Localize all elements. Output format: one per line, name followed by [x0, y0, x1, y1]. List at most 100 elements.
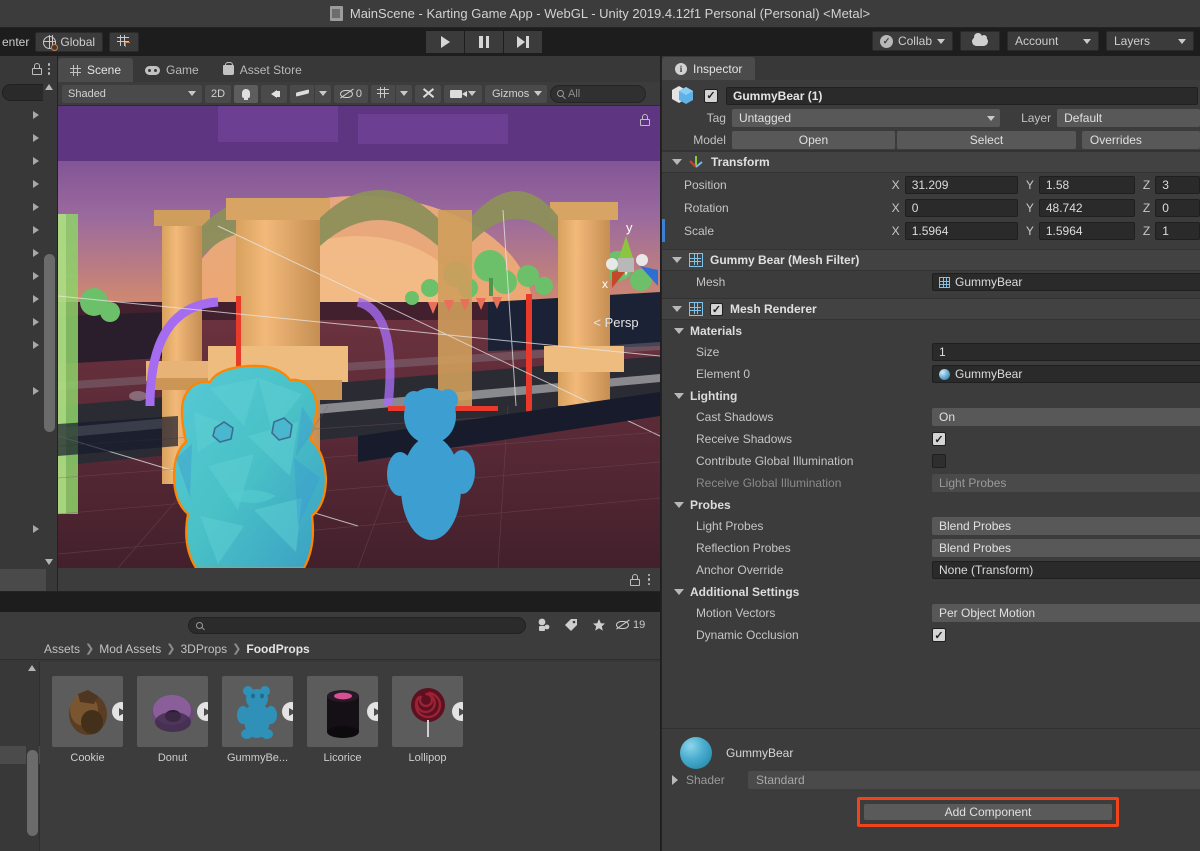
tag-dropdown[interactable]: Untagged [731, 109, 1000, 127]
foldout-arrow-icon[interactable] [674, 501, 684, 508]
shader-dropdown[interactable]: Standard [748, 771, 1200, 789]
grid-snapping-button[interactable] [109, 32, 140, 52]
chevron-right-icon[interactable] [33, 134, 39, 142]
overrides-button[interactable]: Overrides [1081, 130, 1200, 149]
gummybear-thumbnail[interactable] [222, 676, 293, 747]
lock-icon[interactable] [629, 573, 640, 586]
grid-visibility-toggle[interactable] [371, 84, 395, 103]
light-probes-dropdown[interactable]: Blend Probes [932, 517, 1200, 535]
scene-audio-toggle[interactable] [261, 84, 287, 103]
project-folder-tree[interactable] [0, 662, 40, 851]
section-lighting[interactable]: Lighting [662, 385, 1200, 406]
chevron-right-icon[interactable] [33, 525, 39, 533]
hierarchy-scrollbar[interactable] [43, 82, 56, 567]
materials-size-input[interactable]: 1 [932, 343, 1200, 361]
mesh-renderer-enabled-checkbox[interactable]: ✓ [710, 302, 723, 316]
scene-lighting-toggle[interactable] [234, 84, 258, 103]
gizmos-dropdown[interactable]: Gizmos [485, 84, 547, 103]
breadcrumb-foodprops[interactable]: FoodProps [246, 642, 309, 656]
foldout-arrow-icon[interactable] [672, 257, 682, 263]
component-header-transform[interactable]: Transform [662, 151, 1200, 173]
foldout-arrow-icon[interactable] [672, 775, 678, 785]
project-search-input[interactable] [188, 616, 526, 634]
gameobject-name-input[interactable]: GummyBear (1) [726, 86, 1198, 105]
position-y-input[interactable]: 1.58 [1038, 175, 1135, 194]
component-header-mesh-filter[interactable]: Gummy Bear (Mesh Filter) [662, 249, 1200, 271]
rotation-y-input[interactable]: 48.742 [1038, 198, 1135, 217]
scene-search-input[interactable]: All [550, 84, 646, 103]
tab-game[interactable]: Game [133, 58, 211, 82]
scale-y-input[interactable]: 1.5964 [1038, 221, 1135, 240]
chevron-right-icon[interactable] [33, 318, 39, 326]
donut-thumbnail[interactable] [137, 676, 208, 747]
scrollbar-thumb[interactable] [44, 254, 55, 432]
section-materials[interactable]: Materials [662, 320, 1200, 341]
asset-item-cookie[interactable]: Cookie [52, 676, 123, 764]
section-additional-settings[interactable]: Additional Settings [662, 581, 1200, 602]
pause-button[interactable] [465, 31, 503, 53]
collab-button[interactable]: ✓ Collab [871, 31, 953, 51]
foldout-arrow-icon[interactable] [672, 159, 682, 165]
account-button[interactable]: Account [1007, 31, 1099, 51]
chevron-right-icon[interactable] [33, 295, 39, 303]
lock-icon[interactable] [31, 63, 42, 75]
asset-item-donut[interactable]: Donut [137, 676, 208, 764]
position-z-input[interactable]: 3 [1155, 175, 1200, 194]
chevron-right-icon[interactable] [33, 180, 39, 188]
kebab-menu-icon[interactable] [647, 573, 650, 586]
chevron-right-icon[interactable] [33, 111, 39, 119]
contribute-gi-checkbox[interactable] [932, 454, 946, 468]
anchor-override-field[interactable]: None (Transform) [932, 561, 1200, 579]
foldout-arrow-icon[interactable] [674, 327, 684, 334]
chevron-right-icon[interactable] [33, 341, 39, 349]
asset-item-licorice[interactable]: Licorice [307, 676, 378, 764]
foldout-arrow-icon[interactable] [672, 306, 682, 312]
scene-viewport[interactable]: y x z < Persp [58, 106, 660, 568]
reflection-probes-dropdown[interactable]: Blend Probes [932, 539, 1200, 557]
scale-z-input[interactable]: 1 [1155, 221, 1200, 240]
component-header-mesh-renderer[interactable]: ✓ Mesh Renderer [662, 298, 1200, 320]
section-probes[interactable]: Probes [662, 494, 1200, 515]
layer-dropdown[interactable]: Default [1057, 109, 1200, 127]
cookie-thumbnail[interactable] [52, 676, 123, 747]
scene-view-lock-icon[interactable] [640, 114, 650, 126]
tab-scene[interactable]: Scene [58, 58, 134, 82]
hidden-objects-button[interactable]: 0 [334, 84, 368, 103]
chevron-right-icon[interactable] [33, 203, 39, 211]
asset-item-lollipop[interactable]: Lollipop [392, 676, 463, 764]
scroll-up-arrow-icon[interactable] [45, 84, 53, 90]
dynamic-occlusion-checkbox[interactable]: ✓ [932, 628, 946, 642]
scrollbar-thumb[interactable] [27, 750, 38, 836]
chevron-right-icon[interactable] [33, 157, 39, 165]
foldout-arrow-icon[interactable] [674, 588, 684, 595]
grid-dropdown[interactable] [396, 84, 412, 103]
pivot-mode-button[interactable]: enter [0, 35, 29, 49]
rotation-x-input[interactable]: 0 [904, 198, 1018, 217]
breadcrumb-assets[interactable]: Assets [44, 642, 80, 656]
draw-mode-dropdown[interactable]: Shaded [62, 84, 202, 103]
asset-item-gummybear[interactable]: GummyBe... [222, 676, 293, 764]
materials-element0-field[interactable]: GummyBear [932, 365, 1200, 383]
mesh-object-field[interactable]: GummyBear [932, 273, 1200, 291]
tab-asset-store[interactable]: Asset Store [211, 58, 314, 82]
filter-by-label-icon[interactable] [560, 616, 582, 634]
project-tree-scrollbar[interactable] [26, 662, 39, 851]
star-icon[interactable] [588, 616, 610, 634]
motion-vectors-dropdown[interactable]: Per Object Motion [932, 604, 1200, 622]
handle-space-button[interactable]: Global [35, 32, 104, 52]
play-button[interactable] [426, 31, 464, 53]
open-button[interactable]: Open [731, 130, 896, 149]
kebab-menu-icon[interactable] [47, 63, 50, 75]
breadcrumb-mod-assets[interactable]: Mod Assets [99, 642, 161, 656]
chevron-right-icon[interactable] [33, 272, 39, 280]
receive-shadows-checkbox[interactable]: ✓ [932, 432, 946, 446]
scene-camera-button[interactable] [444, 84, 482, 103]
step-button[interactable] [504, 31, 542, 53]
breadcrumb-3dprops[interactable]: 3DProps [180, 642, 227, 656]
position-x-input[interactable]: 31.209 [904, 175, 1018, 194]
cloud-services-button[interactable] [960, 31, 1000, 51]
rotation-z-input[interactable]: 0 [1155, 198, 1200, 217]
component-tools-button[interactable] [415, 84, 441, 103]
layers-button[interactable]: Layers [1106, 31, 1194, 51]
chevron-right-icon[interactable] [33, 387, 39, 395]
